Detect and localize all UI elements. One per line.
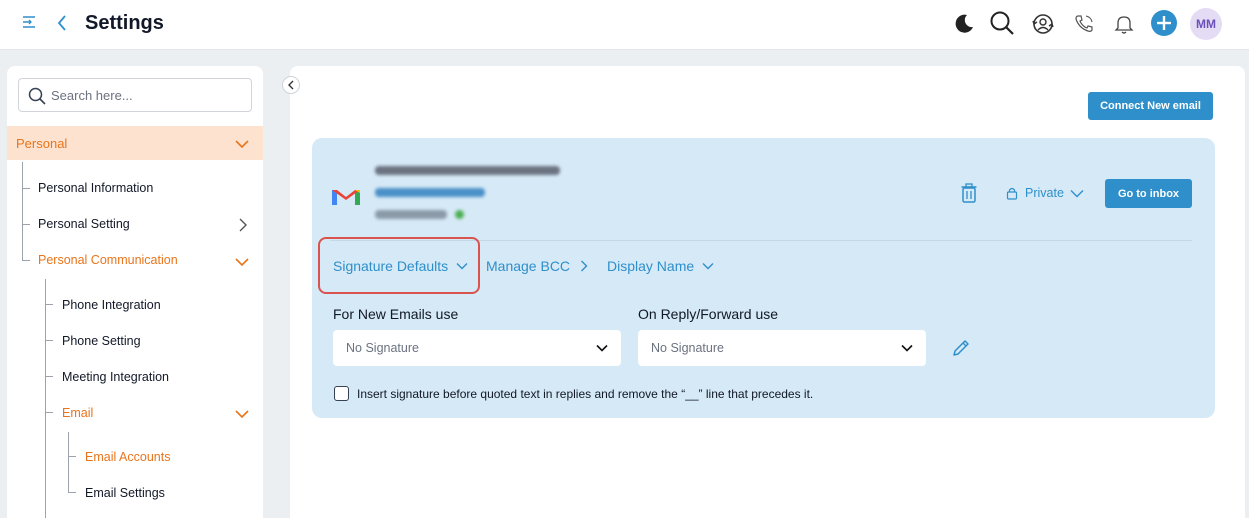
avatar[interactable]: MM: [1190, 8, 1222, 40]
go-to-inbox-button[interactable]: Go to inbox: [1105, 179, 1192, 208]
tree-branch: [45, 376, 53, 377]
search-icon[interactable]: [988, 9, 1016, 37]
gmail-icon: [332, 190, 360, 205]
chevron-down-icon: [1070, 189, 1084, 197]
edit-pencil-icon[interactable]: [951, 338, 971, 358]
section-label: Personal: [16, 136, 68, 151]
tree-branch: [45, 412, 53, 413]
insert-signature-label: Insert signature before quoted text in r…: [357, 387, 814, 401]
chevron-down-icon: [235, 140, 249, 149]
insert-signature-checkbox[interactable]: [334, 386, 349, 401]
sidebar-item-email-settings[interactable]: Email Settings: [85, 486, 165, 500]
sidebar-item-email[interactable]: Email: [62, 406, 93, 420]
tree-branch: [22, 224, 30, 225]
privacy-dropdown[interactable]: Private: [1005, 186, 1084, 200]
tab-label: Manage BCC: [486, 258, 571, 274]
tree-branch: [68, 456, 76, 457]
sidebar-item-personal-information[interactable]: Personal Information: [38, 181, 153, 195]
new-emails-label: For New Emails use: [333, 306, 459, 322]
trash-icon[interactable]: [961, 183, 977, 203]
chevron-down-icon: [235, 258, 249, 267]
connect-new-email-button[interactable]: Connect New email: [1088, 92, 1213, 120]
phone-icon[interactable]: [1070, 10, 1098, 38]
chevron-left-icon: [288, 80, 294, 90]
select-value: No Signature: [651, 341, 724, 355]
search-icon: [28, 87, 46, 105]
menu-icon[interactable]: [22, 14, 36, 30]
tree-branch: [68, 492, 76, 493]
top-bar: Settings MM: [0, 0, 1249, 50]
tree-branch: [45, 340, 53, 341]
redacted-connection-status: [375, 210, 447, 219]
tree-line: [68, 432, 69, 492]
moon-icon[interactable]: [950, 10, 978, 38]
redacted-email-address: [375, 166, 560, 175]
new-emails-signature-select[interactable]: No Signature: [333, 330, 621, 366]
chevron-down-icon: [596, 344, 608, 352]
tree-line: [45, 279, 46, 518]
bell-icon[interactable]: [1110, 10, 1138, 38]
sync-icon[interactable]: [1029, 10, 1057, 38]
reply-forward-signature-select[interactable]: No Signature: [638, 330, 926, 366]
chevron-right-icon: [239, 218, 247, 232]
sidebar-item-email-accounts[interactable]: Email Accounts: [85, 450, 170, 464]
tree-line: [22, 162, 23, 260]
chevron-right-icon: [581, 260, 588, 272]
chevron-down-icon: [235, 410, 249, 419]
back-arrow-icon[interactable]: [56, 14, 68, 32]
tab-label: Display Name: [607, 258, 695, 274]
tree-branch: [45, 304, 53, 305]
tab-display-name[interactable]: Display Name: [607, 258, 714, 274]
collapse-sidebar-button[interactable]: [282, 76, 300, 94]
privacy-label: Private: [1025, 186, 1064, 200]
sidebar-item-meeting-integration[interactable]: Meeting Integration: [62, 370, 169, 384]
tree-branch: [22, 260, 30, 261]
section-personal[interactable]: Personal: [7, 126, 263, 160]
page-title: Settings: [85, 12, 164, 34]
tab-manage-bcc[interactable]: Manage BCC: [486, 258, 588, 274]
redacted-account-name: [375, 188, 485, 197]
sidebar-item-personal-setting[interactable]: Personal Setting: [38, 217, 130, 231]
select-value: No Signature: [346, 341, 419, 355]
sidebar: Personal Personal Information Personal S…: [7, 66, 263, 518]
chevron-down-icon: [702, 263, 714, 270]
search-input[interactable]: [51, 85, 241, 105]
lock-icon: [1006, 187, 1018, 200]
search-box[interactable]: [18, 78, 252, 112]
plus-icon[interactable]: [1150, 9, 1178, 37]
tree-branch: [22, 188, 30, 189]
reply-forward-label: On Reply/Forward use: [638, 306, 779, 322]
chevron-down-icon: [901, 344, 913, 352]
sidebar-item-personal-communication[interactable]: Personal Communication: [38, 253, 178, 267]
highlight-annotation: [318, 237, 480, 294]
status-dot: [455, 210, 464, 219]
sidebar-item-phone-setting[interactable]: Phone Setting: [62, 334, 141, 348]
sidebar-item-phone-integration[interactable]: Phone Integration: [62, 298, 161, 312]
